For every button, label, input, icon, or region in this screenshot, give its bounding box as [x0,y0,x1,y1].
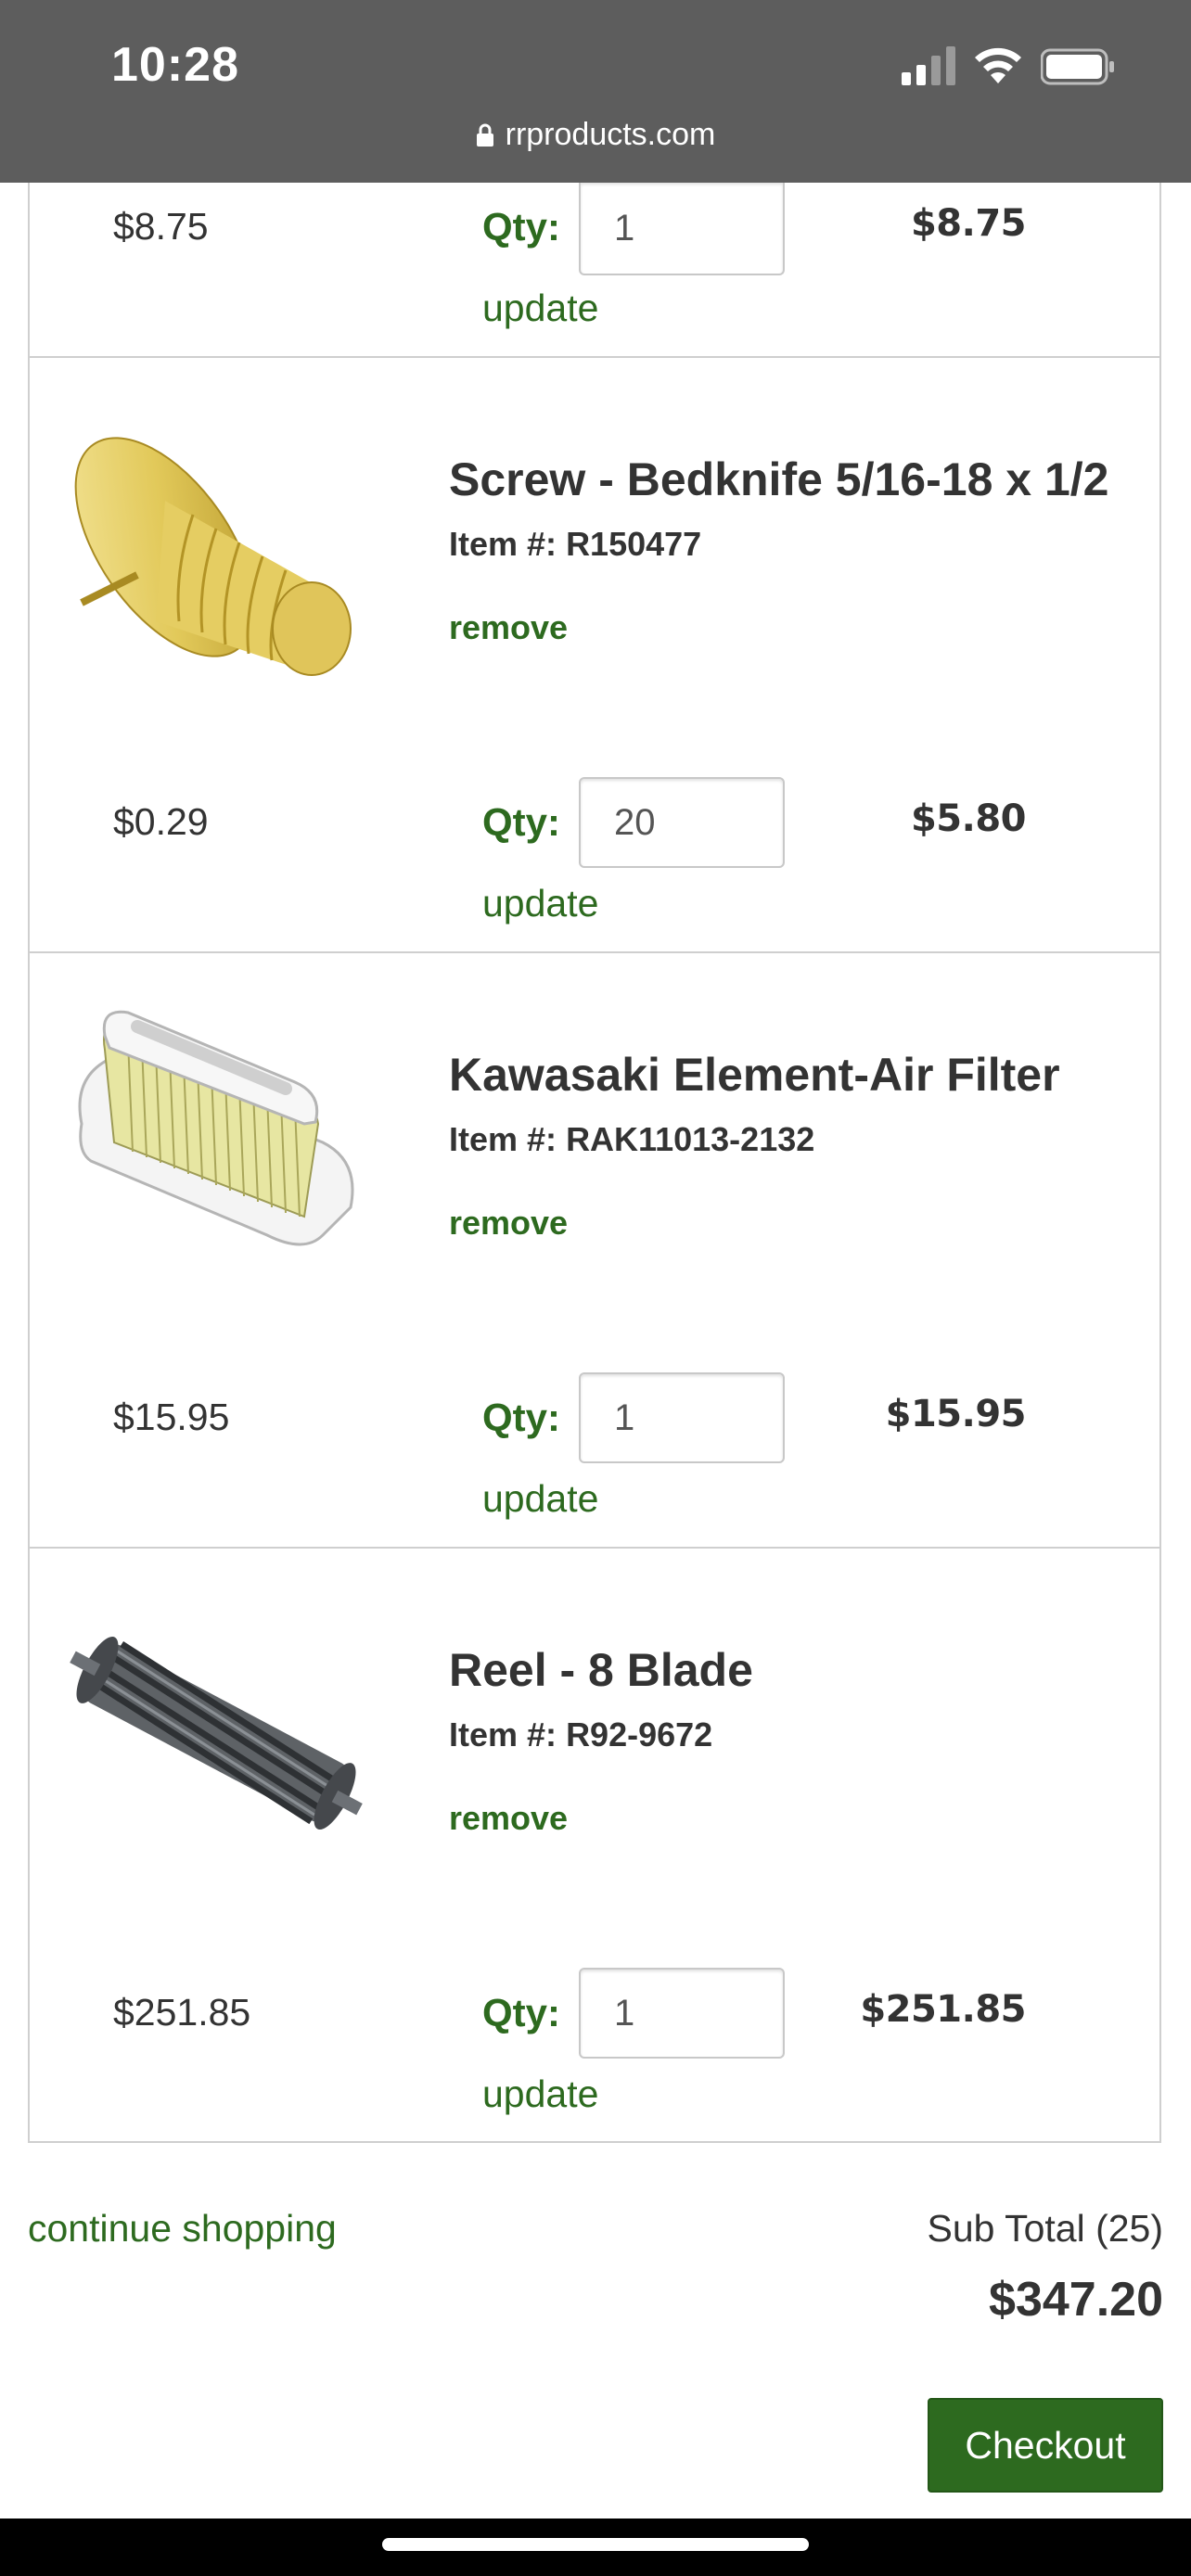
cellular-signal-icon [902,46,955,85]
quantity-input[interactable] [579,777,785,868]
item-number: Item #: R92-9672 [449,1715,712,1754]
qty-label: Qty: [482,800,560,844]
line-total: $5.80 [910,797,1027,840]
address-bar[interactable]: rrproducts.com [0,117,1191,163]
product-name[interactable]: Screw - Bedknife 5/16-18 x 1/2 [449,453,1108,506]
unit-price: $15.95 [113,1396,230,1438]
item-number-value: R92-9672 [566,1715,713,1753]
status-bar: 10:28 rrproducts.com [0,0,1191,183]
item-number-prefix: Item #: [449,1120,557,1158]
update-link[interactable]: update [482,882,598,925]
home-indicator[interactable] [382,2538,809,2551]
continue-shopping-link[interactable]: continue shopping [28,2207,337,2251]
line-total: $15.95 [885,1393,1027,1435]
status-time: 10:28 [111,38,239,92]
line-total: $251.85 [860,1988,1026,2031]
item-number: Item #: R150477 [449,525,701,564]
item-number-value: R150477 [566,525,702,563]
row-divider [28,1547,1161,1549]
unit-price: $8.75 [113,205,209,248]
wifi-icon [975,47,1021,83]
row-divider [28,356,1161,358]
battery-icon [1041,48,1114,85]
url-text: rrproducts.com [505,117,716,152]
item-number-prefix: Item #: [449,1715,557,1753]
unit-price: $251.85 [113,1991,251,2034]
product-name[interactable]: Kawasaki Element-Air Filter [449,1048,1060,1102]
quantity-input[interactable] [579,1372,785,1463]
item-number-value: RAK11013-2132 [566,1120,815,1158]
qty-label: Qty: [482,1991,560,2034]
row-divider [28,951,1161,953]
subtotal-label: Sub Total (25) [927,2207,1163,2250]
reel-image [70,1637,363,1830]
quantity-input[interactable] [579,183,785,275]
remove-link[interactable]: remove [449,1799,568,1838]
checkout-button[interactable]: Checkout [928,2398,1163,2493]
update-link[interactable]: update [482,287,598,330]
qty-label: Qty: [482,205,560,249]
update-link[interactable]: update [482,1477,598,1521]
product-name[interactable]: Reel - 8 Blade [449,1643,753,1697]
qty-label: Qty: [482,1396,560,1439]
line-total: $8.75 [910,202,1027,245]
air-filter-image [78,1010,354,1246]
item-number-prefix: Item #: [449,525,557,563]
update-link[interactable]: update [482,2072,598,2116]
unit-price: $0.29 [113,800,209,843]
subtotal-value: $347.20 [989,2273,1163,2327]
quantity-input[interactable] [579,1968,785,2059]
screw-image [74,437,352,676]
item-number: Item #: RAK11013-2132 [449,1120,814,1159]
remove-link[interactable]: remove [449,608,568,647]
remove-link[interactable]: remove [449,1204,568,1243]
lock-icon [476,123,493,147]
